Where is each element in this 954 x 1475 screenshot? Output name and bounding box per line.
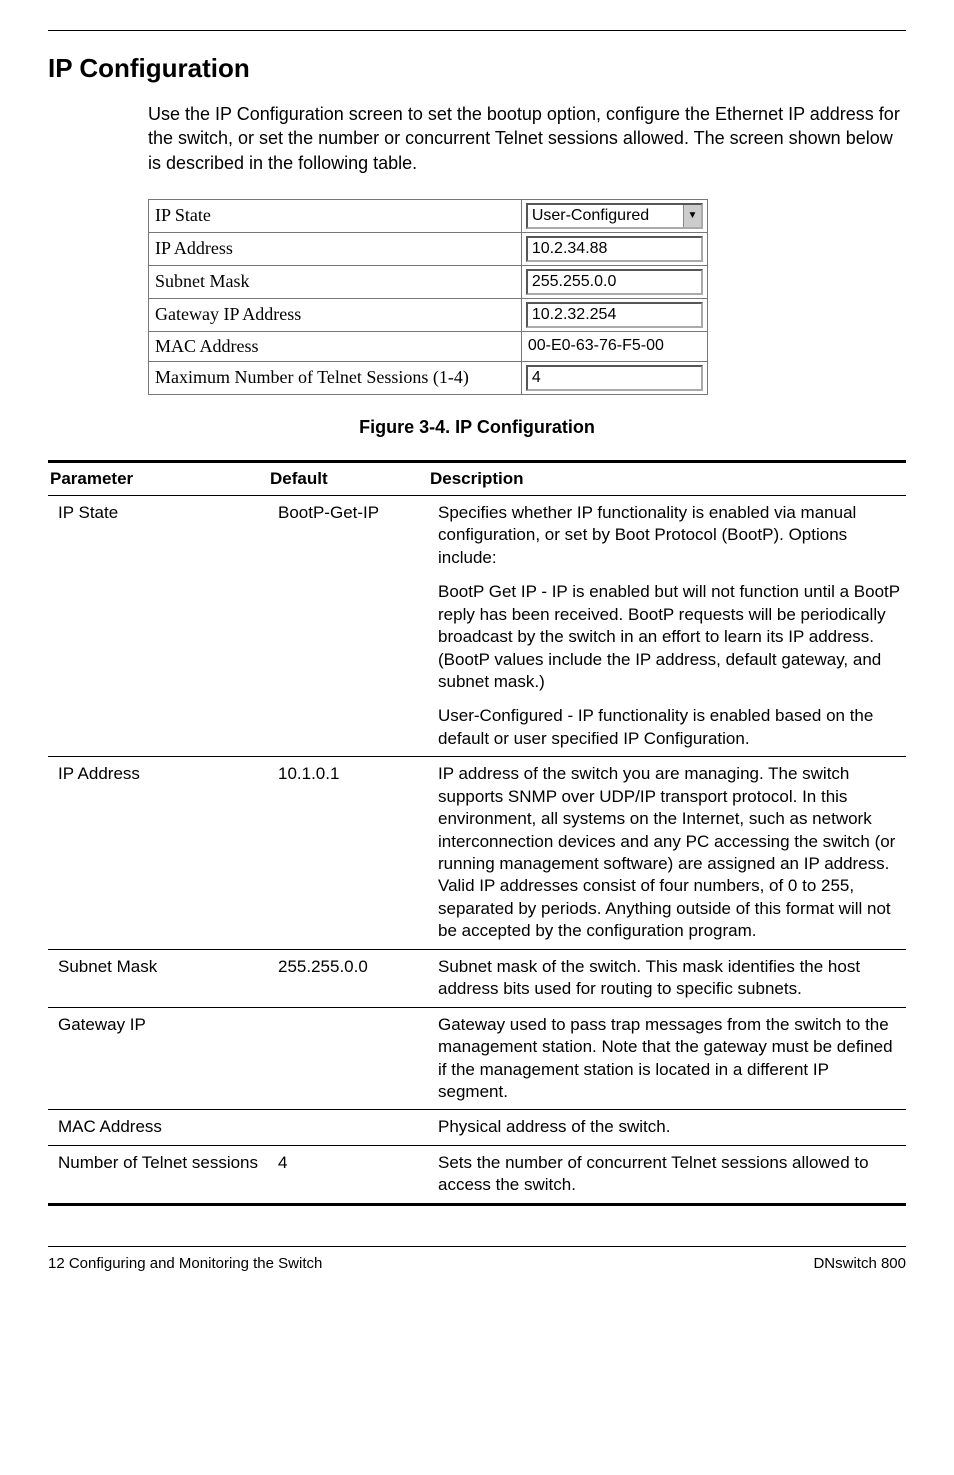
- config-row-ipaddress: IP Address 10.2.34.88: [149, 232, 708, 265]
- figure-caption: Figure 3-4. IP Configuration: [48, 417, 906, 438]
- table-row: Subnet Mask 255.255.0.0 Subnet mask of t…: [48, 949, 906, 1007]
- default-cell: BootP-Get-IP: [268, 495, 428, 756]
- desc-cell: Physical address of the switch.: [428, 1110, 906, 1145]
- desc-cell: Specifies whether IP functionality is en…: [428, 495, 906, 575]
- config-label: IP State: [149, 199, 522, 232]
- ip-address-input[interactable]: 10.2.34.88: [526, 236, 703, 262]
- config-label: MAC Address: [149, 331, 522, 361]
- config-label: Subnet Mask: [149, 265, 522, 298]
- table-row: IP Address 10.1.0.1 IP address of the sw…: [48, 757, 906, 950]
- config-label: Maximum Number of Telnet Sessions (1-4): [149, 361, 522, 394]
- page-footer: 12 Configuring and Monitoring the Switch…: [48, 1246, 906, 1292]
- param-cell: Gateway IP: [48, 1007, 268, 1110]
- config-value-cell: 10.2.32.254: [521, 298, 707, 331]
- config-value-cell: User-Configured ▼: [521, 199, 707, 232]
- desc-cell: BootP Get IP - IP is enabled but will no…: [428, 575, 906, 699]
- config-row-mac: MAC Address 00-E0-63-76-F5-00: [149, 331, 708, 361]
- table-row: IP State BootP-Get-IP Specifies whether …: [48, 495, 906, 575]
- param-cell: IP Address: [48, 757, 268, 950]
- subnet-mask-input[interactable]: 255.255.0.0: [526, 269, 703, 295]
- config-value-cell: 255.255.0.0: [521, 265, 707, 298]
- table-row: Number of Telnet sessions 4 Sets the num…: [48, 1145, 906, 1204]
- col-parameter: Parameter: [48, 461, 268, 495]
- param-cell: Subnet Mask: [48, 949, 268, 1007]
- desc-cell: Sets the number of concurrent Telnet ses…: [428, 1145, 906, 1204]
- config-label: Gateway IP Address: [149, 298, 522, 331]
- config-label: IP Address: [149, 232, 522, 265]
- page-title: IP Configuration: [48, 53, 906, 84]
- config-panel: IP State User-Configured ▼ IP Address 10…: [148, 199, 906, 395]
- config-value-cell: 4: [521, 361, 707, 394]
- col-default: Default: [268, 461, 428, 495]
- config-value-cell: 10.2.34.88: [521, 232, 707, 265]
- footer-left: 12 Configuring and Monitoring the Switch: [48, 1255, 322, 1272]
- param-cell: IP State: [48, 495, 268, 756]
- desc-cell: User-Configured - IP functionality is en…: [428, 699, 906, 756]
- mac-address-value: 00-E0-63-76-F5-00: [526, 335, 703, 357]
- default-cell: 10.1.0.1: [268, 757, 428, 950]
- default-cell: 4: [268, 1145, 428, 1204]
- config-table: IP State User-Configured ▼ IP Address 10…: [148, 199, 708, 395]
- config-row-ipstate: IP State User-Configured ▼: [149, 199, 708, 232]
- footer-right: DNswitch 800: [813, 1255, 906, 1272]
- default-cell: [268, 1110, 428, 1145]
- desc-cell: IP address of the switch you are managin…: [428, 757, 906, 950]
- config-row-telnet: Maximum Number of Telnet Sessions (1-4) …: [149, 361, 708, 394]
- table-row: Gateway IP Gateway used to pass trap mes…: [48, 1007, 906, 1110]
- ip-state-select[interactable]: User-Configured ▼: [526, 203, 703, 229]
- param-cell: Number of Telnet sessions: [48, 1145, 268, 1204]
- telnet-sessions-input[interactable]: 4: [526, 365, 703, 391]
- desc-cell: Subnet mask of the switch. This mask ide…: [428, 949, 906, 1007]
- header-rule: [48, 30, 906, 31]
- chevron-down-icon: ▼: [683, 205, 701, 227]
- config-row-subnet: Subnet Mask 255.255.0.0: [149, 265, 708, 298]
- default-cell: [268, 1007, 428, 1110]
- gateway-ip-input[interactable]: 10.2.32.254: [526, 302, 703, 328]
- col-description: Description: [428, 461, 906, 495]
- config-value-cell: 00-E0-63-76-F5-00: [521, 331, 707, 361]
- default-cell: 255.255.0.0: [268, 949, 428, 1007]
- config-row-gateway: Gateway IP Address 10.2.32.254: [149, 298, 708, 331]
- parameter-table: Parameter Default Description IP State B…: [48, 460, 906, 1206]
- intro-paragraph: Use the IP Configuration screen to set t…: [148, 102, 906, 175]
- desc-cell: Gateway used to pass trap messages from …: [428, 1007, 906, 1110]
- table-row: MAC Address Physical address of the swit…: [48, 1110, 906, 1145]
- table-header-row: Parameter Default Description: [48, 461, 906, 495]
- param-cell: MAC Address: [48, 1110, 268, 1145]
- select-text: User-Configured: [528, 205, 683, 227]
